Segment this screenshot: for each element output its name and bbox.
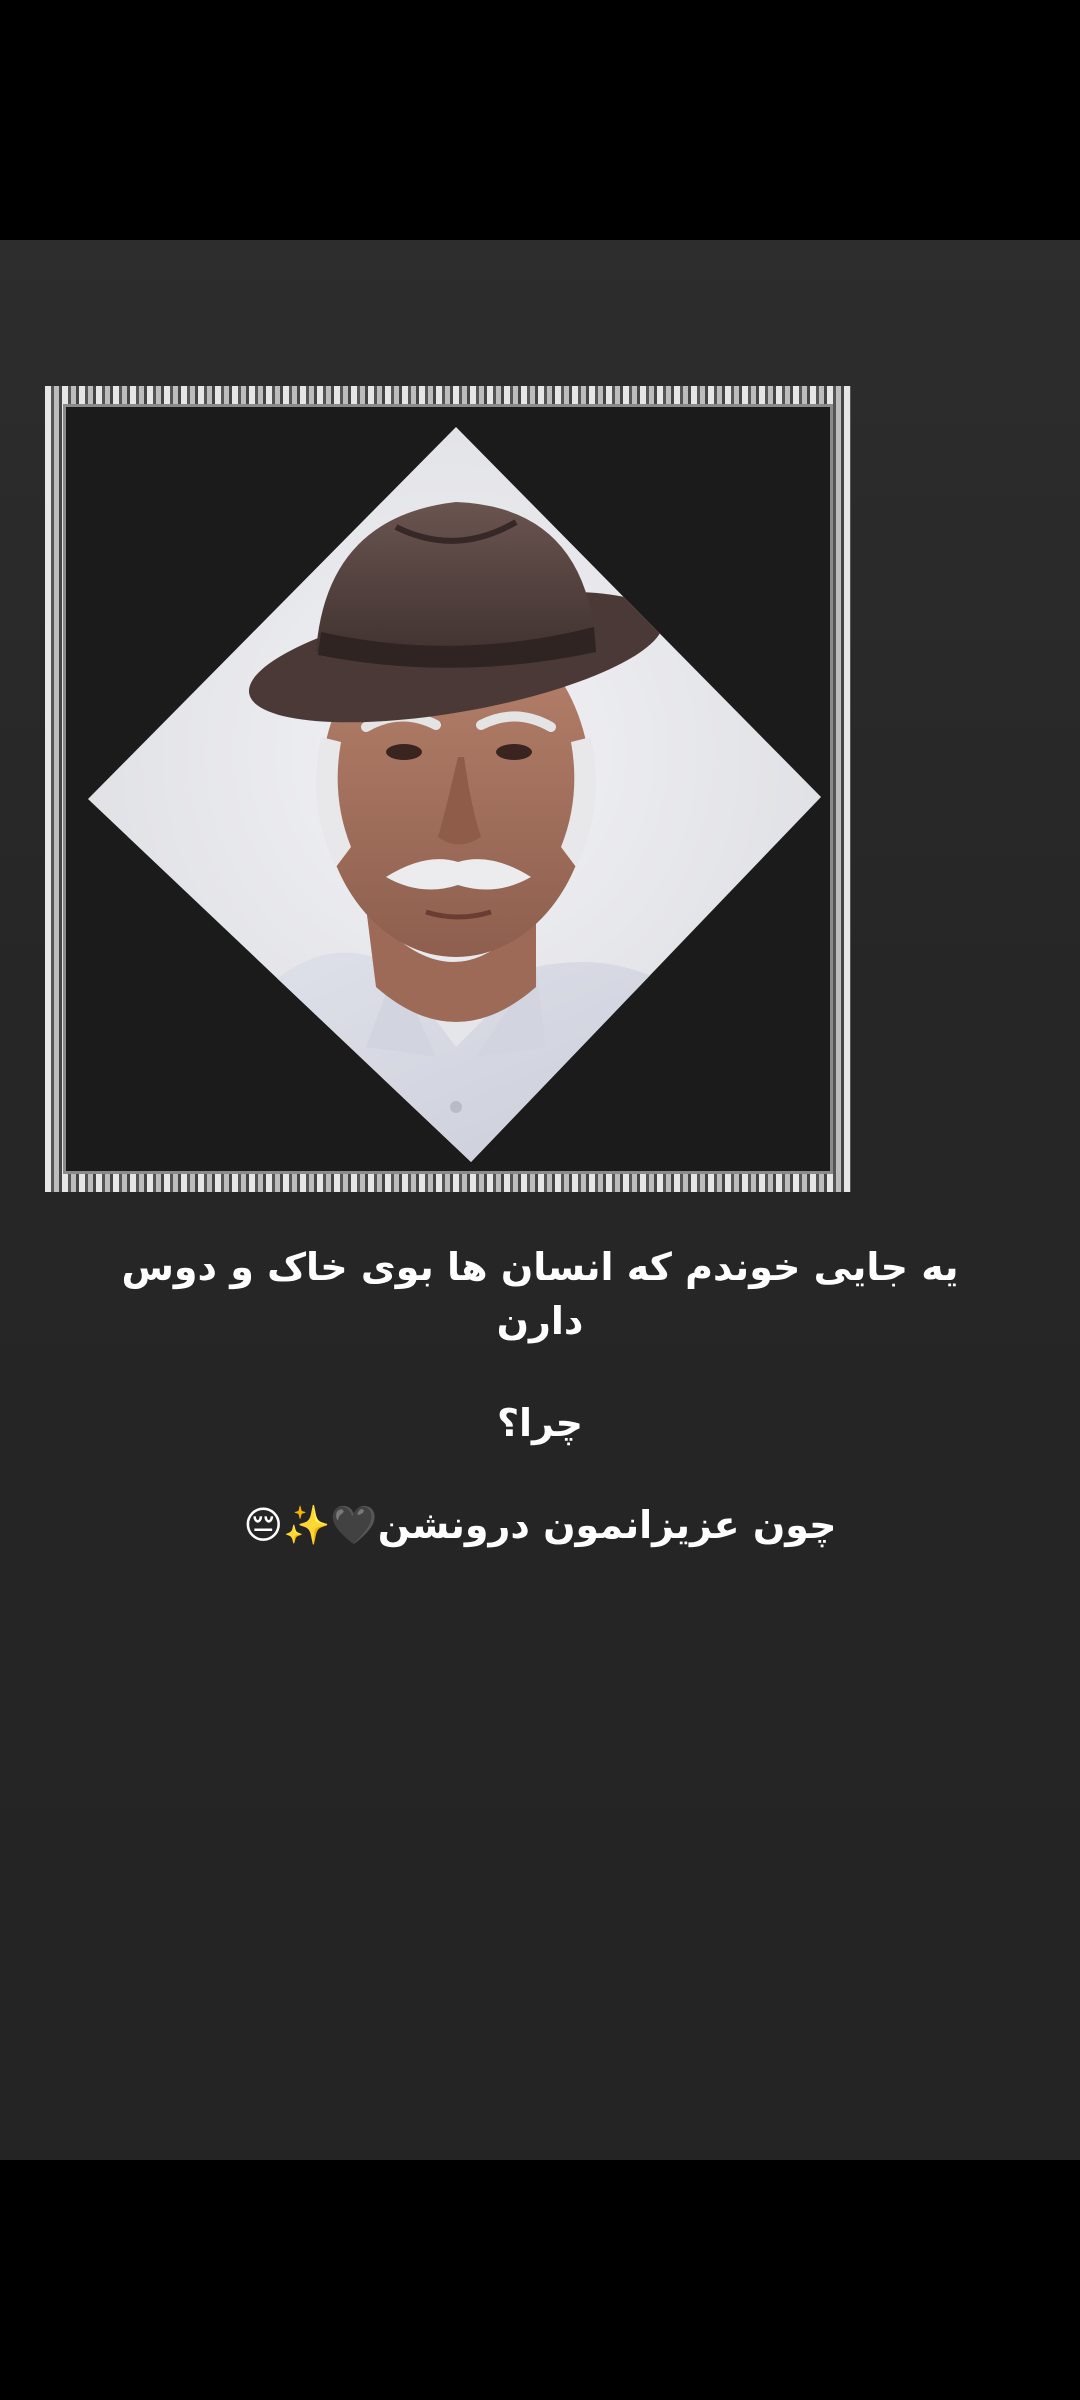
caption-question: چرا؟ (496, 1401, 584, 1445)
story-screen: یه جایی خوندم که انسان ها بوی خاک و دوس … (0, 0, 1080, 2400)
frame-inner-panel (63, 404, 833, 1174)
caption-answer-text: چون عزیزانمون درونشن (377, 1503, 837, 1547)
caption-emojis: 🖤✨😔 (243, 1503, 378, 1547)
caption-answer: چون عزیزانمون درونشن🖤✨😔 (100, 1498, 980, 1552)
bottom-black-bar (0, 2160, 1080, 2400)
caption-line-1: یه جایی خوندم که انسان ها بوی خاک و دوس … (121, 1245, 959, 1343)
memorial-photo-frame (45, 386, 851, 1192)
portrait-photo (88, 427, 821, 1162)
top-black-bar (0, 0, 1080, 240)
